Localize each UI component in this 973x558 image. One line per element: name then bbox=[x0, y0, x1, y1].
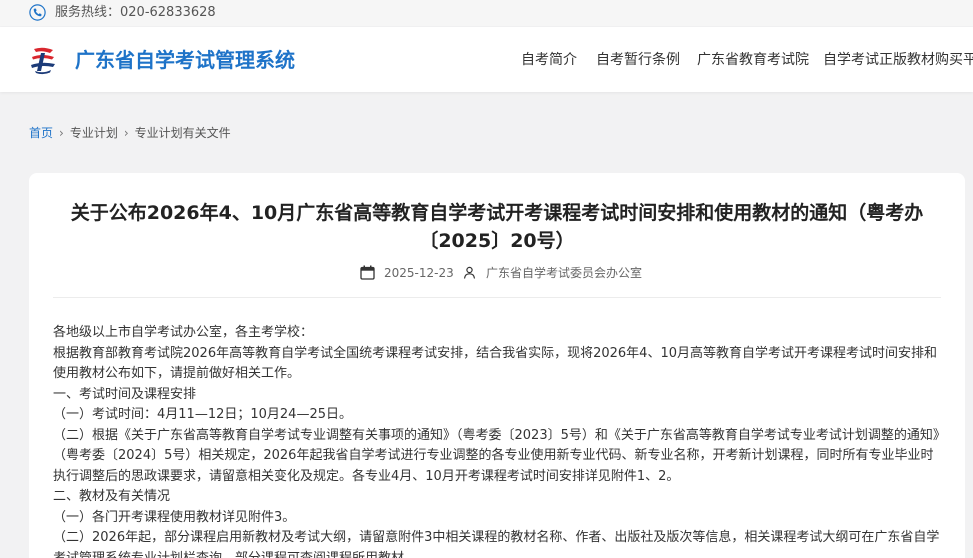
nav-item-intro[interactable]: 自考简介 bbox=[521, 50, 577, 70]
chevron-right-icon: › bbox=[123, 126, 129, 140]
nav-item-regulations[interactable]: 自考暂行条例 bbox=[596, 50, 680, 70]
nav-item-textbook-platform[interactable]: 自学考试正版教材购买平台 bbox=[823, 50, 973, 70]
breadcrumb-major-plan-link[interactable]: 专业计划 bbox=[70, 126, 118, 140]
user-icon bbox=[463, 266, 476, 279]
article-paragraph: 二、教材及有关情况 bbox=[53, 489, 171, 504]
breadcrumb-home-link[interactable]: 首页 bbox=[29, 126, 53, 140]
calendar-icon bbox=[360, 265, 375, 280]
article-card: 关于公布2026年4、10月广东省高等教育自学考试开考课程考试时间安排和使用教材… bbox=[29, 173, 965, 558]
article-paragraph: 根据教育部教育考试院2026年高等教育自学考试全国统考课程考试安排，结合我省实际… bbox=[53, 345, 937, 382]
site-header: 广东省自学考试管理系统 自考简介 自考暂行条例 广东省教育考试院 自学考试正版教… bbox=[0, 27, 973, 92]
nav-item-exam-authority[interactable]: 广东省教育考试院 bbox=[697, 50, 809, 70]
site-title[interactable]: 广东省自学考试管理系统 bbox=[75, 47, 295, 73]
service-hotline: 服务热线：020-62833628 bbox=[55, 5, 216, 20]
article-paragraph: （二）根据《关于广东省高等教育自学考试专业调整有关事项的通知》（粤考委〔2023… bbox=[53, 427, 940, 484]
chevron-right-icon: › bbox=[59, 126, 64, 140]
article-title-line2: 〔2025〕20号） bbox=[419, 230, 575, 252]
meta-divider bbox=[53, 297, 941, 298]
breadcrumb: 首页 › 专业计划 › 专业计划有关文件 bbox=[29, 124, 231, 142]
article-title: 关于公布2026年4、10月广东省高等教育自学考试开考课程考试时间安排和使用教材… bbox=[59, 199, 935, 255]
article-meta: 2025-12-23 广东省自学考试委员会办公室 bbox=[29, 263, 965, 283]
publish-date: 2025-12-23 bbox=[384, 266, 454, 280]
phone-icon bbox=[29, 4, 46, 21]
breadcrumb-plan-documents-link[interactable]: 专业计划有关文件 bbox=[135, 126, 231, 140]
site-logo[interactable] bbox=[28, 45, 58, 75]
article-paragraph: （一）各门开考课程使用教材详见附件3。 bbox=[53, 509, 296, 525]
article-paragraph: 各地级以上市自学考试办公室，各主考学校： bbox=[53, 325, 314, 340]
article-paragraph: （二）2026年起，部分课程启用新教材及考试大纲，请留意附件3中相关课程的教材名… bbox=[53, 530, 940, 558]
article-title-line1: 关于公布2026年4、10月广东省高等教育自学考试开考课程考试时间安排和使用教材… bbox=[70, 202, 924, 224]
top-bar: 服务热线：020-62833628 bbox=[0, 0, 973, 26]
article-body: 各地级以上市自学考试办公室，各主考学校： 根据教育部教育考试院2026年高等教育… bbox=[53, 323, 941, 558]
article-paragraph: （一）考试时间：4月11—12日；10月24—25日。 bbox=[53, 407, 352, 422]
article-author: 广东省自学考试委员会办公室 bbox=[486, 266, 643, 280]
article-paragraph: 一、考试时间及课程安排 bbox=[53, 386, 197, 402]
